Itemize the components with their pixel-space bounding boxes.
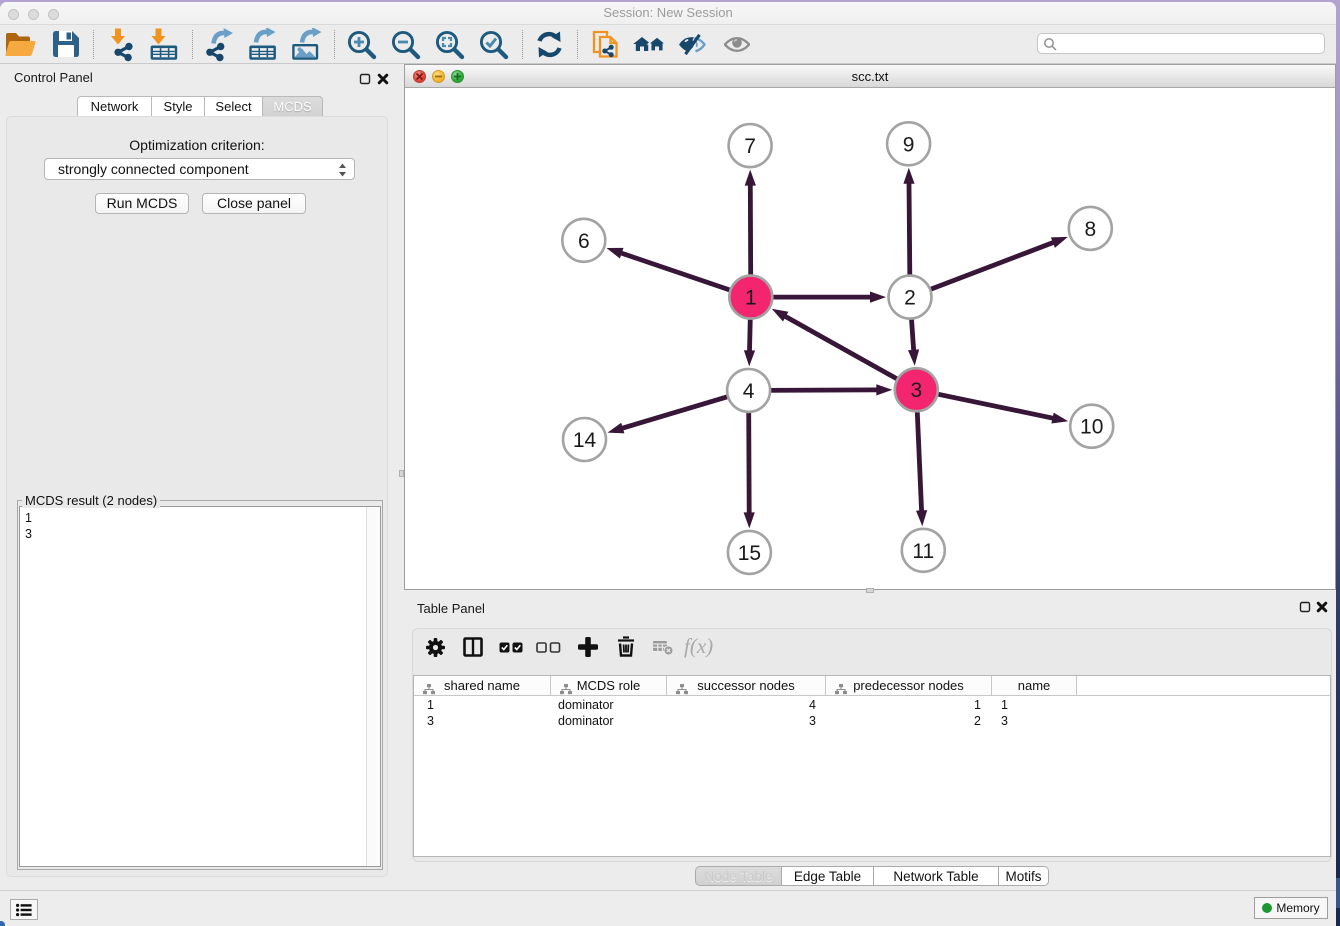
svg-text:10: 10	[1080, 416, 1103, 439]
svg-text:6: 6	[578, 230, 590, 253]
svg-text:9: 9	[903, 133, 915, 156]
svg-text:8: 8	[1084, 218, 1096, 241]
svg-text:4: 4	[743, 380, 755, 403]
svg-text:1: 1	[745, 287, 757, 310]
svg-text:14: 14	[573, 429, 597, 452]
svg-text:2: 2	[904, 287, 916, 310]
svg-text:11: 11	[912, 540, 934, 563]
svg-text:7: 7	[744, 135, 756, 158]
svg-text:3: 3	[910, 379, 922, 402]
svg-text:15: 15	[738, 542, 761, 565]
